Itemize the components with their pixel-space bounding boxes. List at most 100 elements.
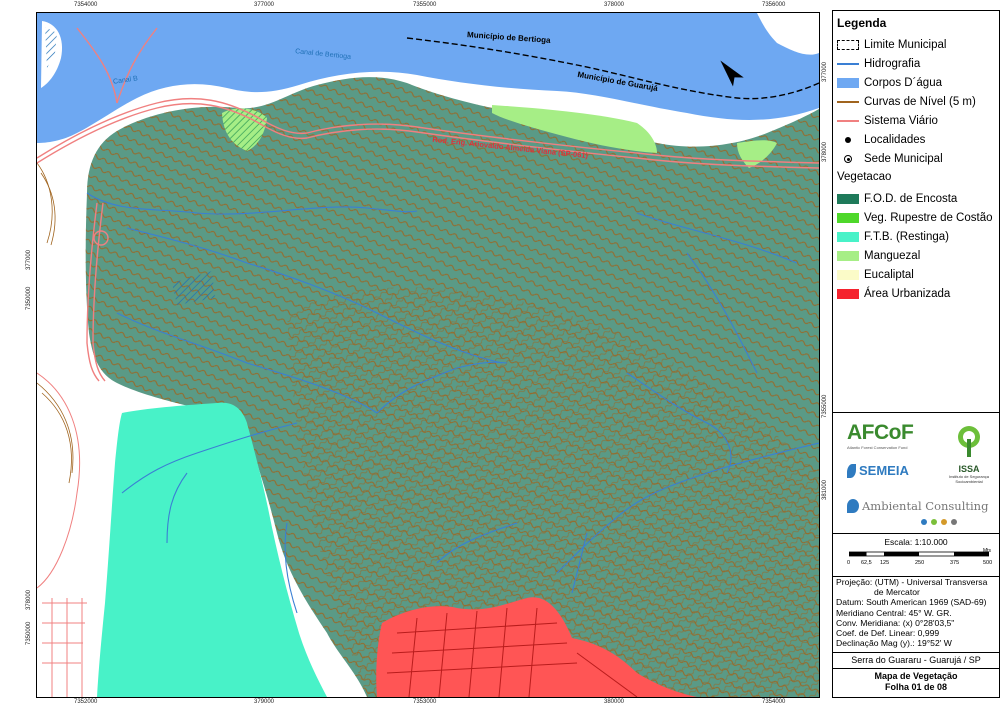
legend-item-curvas-nivel: Curvas de Nível (5 m) (837, 94, 976, 110)
tick-top-5: 7356000 (762, 2, 786, 8)
fill-swatch-icon (837, 194, 859, 204)
issa-logo: ISSA Instituto de Segurança Socioambient… (945, 425, 993, 484)
tick-left-1: 377000 (26, 249, 32, 270)
legend-item-limite-municipal: Limite Municipal (837, 37, 946, 53)
fill-swatch-icon (837, 270, 859, 280)
dot-icon (931, 519, 937, 525)
vegetation-map[interactable]: Município de Bertioga Município de Guaru… (36, 12, 820, 698)
afcof-logo-text: AFCoF (847, 421, 914, 444)
projection-info: Projeção: (UTM) - Universal Transversa d… (833, 577, 999, 648)
issa-logo-text: ISSA (958, 464, 980, 474)
dot-icon (837, 135, 859, 145)
tick-bottom-2: 379000 (254, 699, 275, 705)
scale-tick: 250 (915, 560, 925, 566)
fill-swatch-icon (837, 213, 859, 223)
ambiental-logo-text: Ambiental Consulting (862, 499, 989, 513)
scale-unit: Mts (983, 548, 992, 554)
legend-label: Eucaliptal (864, 269, 914, 281)
dashed-box-icon (837, 40, 859, 50)
map-sheet-number: Folha 01 de 08 (884, 682, 948, 692)
tick-bottom-3: 7353000 (413, 699, 437, 705)
tick-left-4: 7350000 (26, 621, 32, 645)
legend-item-area-urbanizada: Área Urbanizada (837, 286, 950, 302)
dot-icon (941, 519, 947, 525)
map-title: Mapa de Vegetação Folha 01 de 08 (833, 671, 999, 693)
projection-line: Conv. Meridiana: (x) 0°28'03,5" (836, 617, 955, 628)
legend-label: Veg. Rupestre de Costão (864, 212, 993, 224)
legend-label: Hidrografia (864, 58, 921, 70)
scale-tick: 125 (880, 560, 890, 566)
semeia-logo-text: SEMEIA (859, 463, 909, 478)
ambiental-dots (921, 519, 957, 525)
legend-label: Sistema Viário (864, 115, 938, 127)
fill-swatch-icon (837, 78, 859, 88)
legend-item-eucaliptal: Eucaliptal (837, 267, 914, 283)
legend-label: Sede Municipal (864, 153, 943, 165)
tick-top-3: 7355000 (413, 2, 437, 8)
line-icon (837, 59, 859, 69)
issa-logo-subtitle: Instituto de Segurança Socioambiental (948, 474, 990, 484)
semeia-logo: SEMEIA (847, 463, 909, 478)
scale-tick: 0 (847, 560, 851, 566)
tick-right-1: 377000 (822, 61, 828, 82)
scale-ticks: 0 62,5 125 250 375 500 (833, 560, 999, 568)
tick-bottom-5: 7354000 (762, 699, 786, 705)
dot-icon (951, 519, 957, 525)
divider (833, 668, 999, 669)
projection-line: de Mercator (874, 587, 920, 598)
place-name: Serra do Guararu - Guarujá / SP (851, 655, 981, 665)
legend-item-corpos-agua: Corpos D´água (837, 75, 942, 91)
divider (833, 652, 999, 653)
legend-item-sistema-viario: Sistema Viário (837, 113, 938, 129)
ambiental-logo: Ambiental Consulting (847, 499, 988, 513)
legend-item-fod-encosta: F.O.D. de Encosta (837, 191, 957, 207)
semeia-leaf-icon (847, 463, 856, 478)
tick-top-4: 378000 (604, 2, 625, 8)
legend-label: Localidades (864, 134, 926, 146)
scale-block: Escala: 1:10.000 0 62,5 125 250 375 500 … (833, 534, 999, 576)
scale-tick: 62,5 (861, 560, 872, 566)
legend-label: Curvas de Nível (5 m) (864, 96, 976, 108)
projection-line: Projeção: (UTM) - Universal Transversa (836, 577, 988, 587)
tick-right-3: 7355000 (822, 394, 828, 418)
fill-swatch-icon (837, 251, 859, 261)
tick-bottom-1: 7352000 (74, 699, 98, 705)
legend-item-hidrografia: Hidrografia (837, 56, 920, 72)
legend-item-localidades: Localidades (837, 132, 925, 148)
legend-label: Limite Municipal (864, 39, 947, 51)
tick-bottom-4: 380000 (604, 699, 625, 705)
ring-dot-icon (837, 154, 859, 164)
tick-left-3: 378000 (26, 589, 32, 610)
legend-item-ftb-restinga: F.T.B. (Restinga) (837, 229, 949, 245)
map-title-line: Mapa de Vegetação (874, 671, 958, 681)
logos-block: AFCoF Atlantic Forest Conservation Fund … (833, 413, 999, 533)
scale-tick: 500 (983, 560, 993, 566)
legend-label: F.T.B. (Restinga) (864, 231, 949, 243)
legend-item-manguezal: Manguezal (837, 248, 920, 264)
tick-right-4: 381000 (822, 479, 828, 500)
scale-bar (849, 551, 989, 557)
line-icon (837, 97, 859, 107)
legend-panel: Legenda Limite Municipal Hidrografia Cor… (832, 10, 1000, 698)
fill-swatch-icon (837, 289, 859, 299)
ambiental-drop-icon (847, 499, 859, 513)
legend-vegetation-heading: Vegetacao (837, 171, 892, 183)
legend-label: F.O.D. de Encosta (864, 193, 958, 205)
projection-line: Datum: South American 1969 (SAD-69) (836, 597, 987, 608)
legend-title: Legenda (837, 16, 887, 30)
legend-item-sede-municipal: Sede Municipal (837, 151, 943, 167)
scale-label: Escala: 1:10.000 (884, 537, 948, 547)
projection-line: Meridiano Central: 45° W. GR. (836, 607, 952, 618)
afcof-logo: AFCoF Atlantic Forest Conservation Fund (847, 421, 914, 450)
fill-swatch-icon (837, 232, 859, 242)
tick-top-1: 7354000 (74, 2, 98, 8)
projection-line: Coef. de Def. Linear: 0,999 (836, 628, 940, 639)
tree-icon (958, 426, 980, 457)
dot-icon (921, 519, 927, 525)
tick-right-2: 378000 (822, 141, 828, 162)
afcof-logo-subtitle: Atlantic Forest Conservation Fund (847, 445, 908, 450)
legend-label: Manguezal (864, 250, 921, 262)
legend-label: Área Urbanizada (864, 288, 951, 300)
legend-item-veg-rupestre: Veg. Rupestre de Costão (837, 210, 993, 226)
tick-left-2: 7350000 (26, 286, 32, 310)
